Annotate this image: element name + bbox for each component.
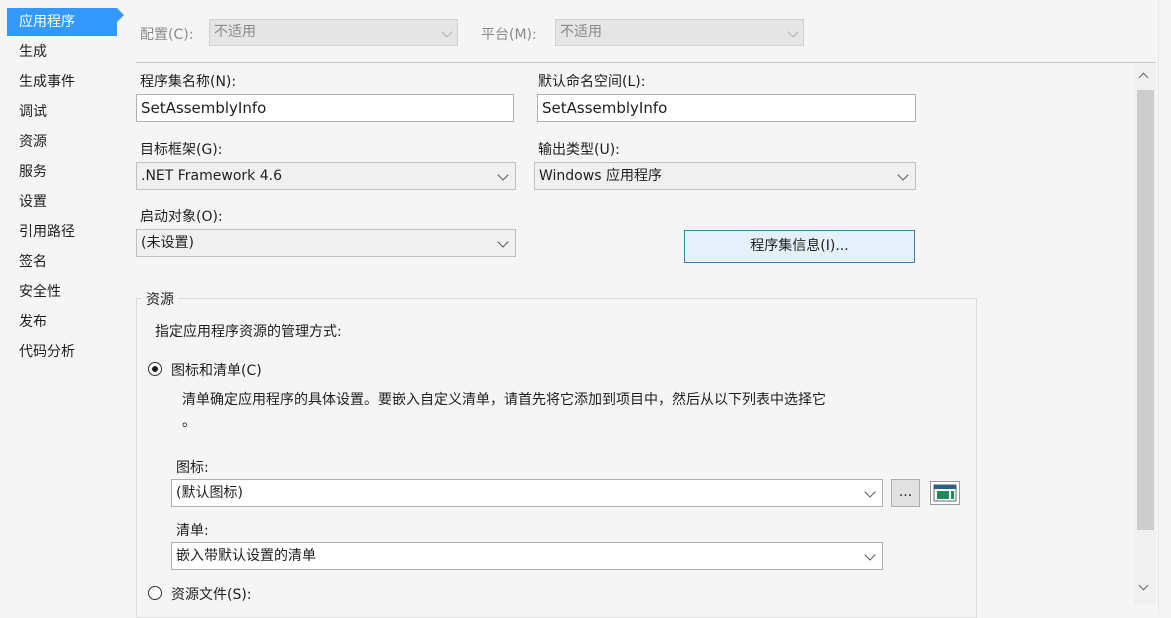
icon-label: 图标: xyxy=(176,460,209,476)
chevron-down-icon xyxy=(897,169,909,181)
sidebar-item-services[interactable]: 服务 xyxy=(7,158,117,186)
sidebar-item-build-events[interactable]: 生成事件 xyxy=(7,68,117,96)
chevron-down-icon xyxy=(864,486,876,498)
platform-label: 平台(M): xyxy=(481,27,537,43)
sidebar-item-label: 服务 xyxy=(19,164,47,180)
manifest-label: 清单: xyxy=(176,523,209,539)
divider xyxy=(136,62,1156,63)
output-type-label: 输出类型(U): xyxy=(538,142,620,158)
sidebar-item-debug[interactable]: 调试 xyxy=(7,98,117,126)
application-icon xyxy=(933,484,957,502)
target-framework-value: .NET Framework 4.6 xyxy=(141,168,282,184)
resources-group xyxy=(136,298,977,618)
manifest-select[interactable]: 嵌入带默认设置的清单 xyxy=(171,542,883,570)
default-namespace-input[interactable]: SetAssemblyInfo xyxy=(537,94,916,122)
platform-select[interactable]: 不适用 xyxy=(555,19,804,46)
sidebar-item-label: 代码分析 xyxy=(19,344,75,360)
configuration-label: 配置(C): xyxy=(140,27,194,43)
sidebar-item-reference-paths[interactable]: 引用路径 xyxy=(7,218,117,246)
sidebar-item-label: 签名 xyxy=(19,254,47,270)
manifest-hint-text: 清单确定应用程序的具体设置。要嵌入自定义清单，请首先将它添加到项目中，然后从以下… xyxy=(182,392,826,408)
sidebar-item-resources[interactable]: 资源 xyxy=(7,128,117,156)
icon-preview xyxy=(930,481,960,505)
sidebar-item-code-analysis[interactable]: 代码分析 xyxy=(7,338,117,366)
platform-value: 不适用 xyxy=(560,24,602,40)
sidebar-item-publish[interactable]: 发布 xyxy=(7,308,117,336)
chevron-down-icon xyxy=(441,26,453,38)
resources-group-title: 资源 xyxy=(142,289,178,309)
active-indicator-arrow xyxy=(117,8,124,22)
window-edge xyxy=(1158,0,1159,614)
icon-manifest-radio[interactable] xyxy=(148,362,162,376)
target-framework-select[interactable]: .NET Framework 4.6 xyxy=(136,162,516,190)
sidebar-item-application[interactable]: 应用程序 xyxy=(7,8,117,36)
sidebar-item-label: 生成事件 xyxy=(19,74,75,90)
chevron-down-icon xyxy=(497,169,509,181)
browse-icon-button[interactable]: ... xyxy=(891,479,920,507)
chevron-down-icon xyxy=(864,549,876,561)
output-type-value: Windows 应用程序 xyxy=(539,168,662,184)
sidebar-item-label: 生成 xyxy=(19,44,47,60)
icon-value: (默认图标) xyxy=(176,485,243,501)
icon-select[interactable]: (默认图标) xyxy=(171,479,883,507)
sidebar-item-label: 安全性 xyxy=(19,284,61,300)
default-namespace-label: 默认命名空间(L): xyxy=(538,74,646,90)
sidebar: 应用程序 生成 生成事件 调试 资源 服务 设置 引用路径 签名 安全性 发布 … xyxy=(0,0,125,614)
manifest-hint-text-continued: 。 xyxy=(182,414,196,430)
sidebar-item-label: 调试 xyxy=(19,104,47,120)
resources-description: 指定应用程序资源的管理方式: xyxy=(155,324,342,340)
target-framework-label: 目标框架(G): xyxy=(140,142,223,158)
assembly-name-input[interactable]: SetAssemblyInfo xyxy=(136,94,514,122)
sidebar-item-label: 引用路径 xyxy=(19,224,75,240)
configuration-select[interactable]: 不适用 xyxy=(209,19,458,46)
sidebar-item-signing[interactable]: 签名 xyxy=(7,248,117,276)
chevron-down-icon xyxy=(787,26,799,38)
sidebar-item-security[interactable]: 安全性 xyxy=(7,278,117,306)
sidebar-item-label: 应用程序 xyxy=(19,14,75,30)
chevron-down-icon xyxy=(497,236,509,248)
output-type-select[interactable]: Windows 应用程序 xyxy=(534,162,916,190)
sidebar-item-label: 发布 xyxy=(19,314,47,330)
sidebar-item-settings[interactable]: 设置 xyxy=(7,188,117,216)
resource-file-radio-label[interactable]: 资源文件(S): xyxy=(171,584,252,604)
assembly-info-button[interactable]: 程序集信息(I)... xyxy=(684,230,915,263)
sidebar-item-build[interactable]: 生成 xyxy=(7,38,117,66)
assembly-name-label: 程序集名称(N): xyxy=(140,74,237,90)
startup-object-label: 启动对象(O): xyxy=(140,209,223,225)
manifest-value: 嵌入带默认设置的清单 xyxy=(176,548,316,564)
scrollbar-thumb[interactable] xyxy=(1137,90,1154,530)
sidebar-item-label: 资源 xyxy=(19,134,47,150)
sidebar-item-label: 设置 xyxy=(19,194,47,210)
configuration-value: 不适用 xyxy=(214,24,256,40)
startup-object-select[interactable]: (未设置) xyxy=(136,229,516,257)
resource-file-radio[interactable] xyxy=(148,586,162,600)
startup-object-value: (未设置) xyxy=(141,235,194,251)
icon-manifest-radio-label[interactable]: 图标和清单(C) xyxy=(171,360,262,380)
